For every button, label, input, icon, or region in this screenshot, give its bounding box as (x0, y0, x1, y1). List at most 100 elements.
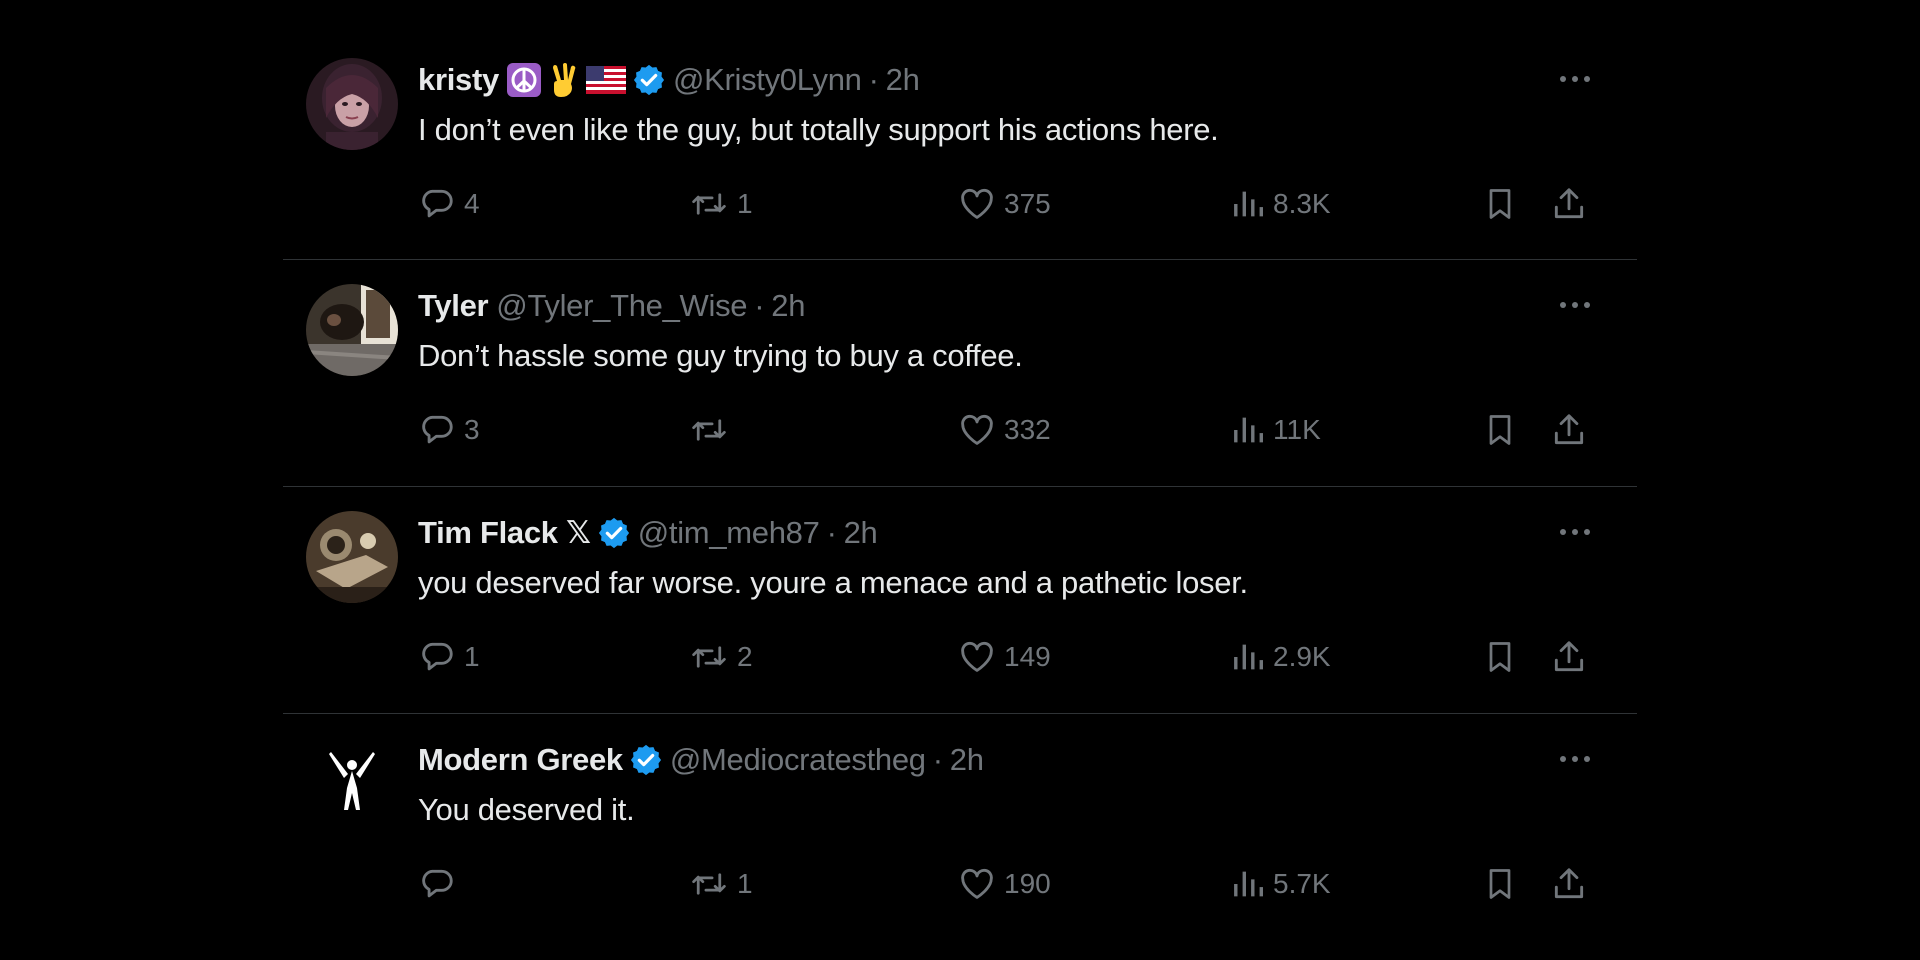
share-icon (1550, 865, 1588, 903)
more-icon[interactable] (1555, 290, 1595, 320)
like-icon (958, 411, 996, 449)
views-icon (1231, 411, 1265, 449)
repost-button[interactable] (689, 406, 737, 454)
like-count: 332 (1004, 414, 1051, 445)
views-button[interactable]: 11K (1231, 406, 1321, 454)
repost-button[interactable]: 1 (689, 860, 753, 908)
like-icon (958, 185, 996, 223)
action-bar: 1 2 149 2.9K (418, 633, 1584, 681)
avatar-modern-greek[interactable] (306, 738, 398, 830)
reply-icon (418, 638, 456, 676)
reply-button[interactable] (418, 860, 464, 908)
views-icon (1231, 865, 1265, 903)
post-header: Modern Greek @Mediocratestheg · 2h (418, 740, 984, 780)
like-button[interactable]: 332 (958, 406, 1051, 454)
share-icon (1550, 185, 1588, 223)
post-tyler[interactable]: Tyler @Tyler_The_Wise · 2h Don’t hassle … (283, 260, 1637, 487)
reply-count: 4 (464, 188, 480, 219)
views-button[interactable]: 5.7K (1231, 860, 1331, 908)
verified-icon (598, 517, 630, 549)
reply-button[interactable]: 3 (418, 406, 480, 454)
separator: · (754, 288, 765, 323)
author-name[interactable]: Tyler (418, 288, 489, 324)
post-header: kristy @Kristy0Lynn · 2h (418, 60, 920, 100)
post-time[interactable]: 2h (771, 288, 805, 324)
reply-count: 3 (464, 414, 480, 445)
author-handle[interactable]: @Kristy0Lynn (673, 62, 862, 98)
avatar-tyler[interactable] (306, 284, 398, 376)
action-bar: 1 190 5.7K (418, 860, 1584, 908)
repost-icon (689, 185, 729, 223)
author-handle[interactable]: @Tyler_The_Wise (496, 288, 747, 324)
share-button[interactable] (1550, 860, 1588, 908)
like-button[interactable]: 375 (958, 180, 1051, 228)
post-modern-greek[interactable]: Modern Greek @Mediocratestheg · 2h You d… (283, 714, 1637, 941)
separator: · (932, 742, 943, 777)
avatar-tim-flack[interactable] (306, 511, 398, 603)
repost-count: 2 (737, 641, 753, 672)
share-icon (1550, 638, 1588, 676)
views-button[interactable]: 2.9K (1231, 633, 1331, 681)
repost-button[interactable]: 2 (689, 633, 753, 681)
repost-count: 1 (737, 868, 753, 899)
post-time[interactable]: 2h (844, 515, 878, 551)
like-count: 190 (1004, 868, 1051, 899)
author-name[interactable]: kristy (418, 62, 499, 98)
peace-symbol-icon (506, 62, 542, 98)
post-header: Tim Flack 𝕏 @tim_meh87 · 2h (418, 513, 878, 553)
views-count: 5.7K (1273, 868, 1331, 899)
share-button[interactable] (1550, 633, 1588, 681)
reply-button[interactable]: 4 (418, 180, 480, 228)
post-time[interactable]: 2h (950, 742, 984, 778)
separator: · (826, 515, 837, 550)
bookmark-button[interactable] (1482, 180, 1518, 228)
author-name[interactable]: Modern Greek (418, 742, 623, 778)
us-flag-icon (585, 66, 626, 94)
views-button[interactable]: 8.3K (1231, 180, 1331, 228)
action-bar: 3 332 11K (418, 406, 1584, 454)
avatar-kristy[interactable] (306, 58, 398, 150)
verified-icon (630, 744, 662, 776)
like-button[interactable]: 149 (958, 633, 1051, 681)
post-kristy[interactable]: kristy @Kristy0Lynn · 2h I don’t even li… (283, 34, 1637, 260)
post-text: You deserved it. (418, 792, 635, 827)
share-button[interactable] (1550, 406, 1588, 454)
victory-hand-icon (549, 62, 579, 98)
bookmark-button[interactable] (1482, 406, 1518, 454)
like-button[interactable]: 190 (958, 860, 1051, 908)
reply-button[interactable]: 1 (418, 633, 480, 681)
more-icon[interactable] (1555, 517, 1595, 547)
reply-count: 1 (464, 641, 480, 672)
bookmark-icon (1482, 865, 1518, 903)
post-tim-flack[interactable]: Tim Flack 𝕏 @tim_meh87 · 2h you deserved… (283, 487, 1637, 714)
post-time[interactable]: 2h (886, 62, 920, 98)
author-name[interactable]: Tim Flack 𝕏 (418, 515, 591, 551)
reply-icon (418, 865, 456, 903)
bookmark-button[interactable] (1482, 860, 1518, 908)
repost-button[interactable]: 1 (689, 180, 753, 228)
bookmark-button[interactable] (1482, 633, 1518, 681)
share-button[interactable] (1550, 180, 1588, 228)
bookmark-icon (1482, 638, 1518, 676)
views-count: 8.3K (1273, 188, 1331, 219)
author-handle[interactable]: @tim_meh87 (638, 515, 820, 551)
separator: · (868, 62, 879, 97)
post-text: you deserved far worse. youre a menace a… (418, 565, 1248, 600)
like-count: 149 (1004, 641, 1051, 672)
repost-count: 1 (737, 188, 753, 219)
verified-icon (633, 64, 665, 96)
post-text: Don’t hassle some guy trying to buy a co… (418, 338, 1023, 373)
repost-icon (689, 411, 729, 449)
bookmark-icon (1482, 411, 1518, 449)
post-text: I don’t even like the guy, but totally s… (418, 112, 1219, 147)
views-count: 11K (1273, 414, 1321, 445)
views-count: 2.9K (1273, 641, 1331, 672)
author-handle[interactable]: @Mediocratestheg (670, 742, 926, 778)
more-icon[interactable] (1555, 744, 1595, 774)
repost-icon (689, 638, 729, 676)
repost-icon (689, 865, 729, 903)
post-header: Tyler @Tyler_The_Wise · 2h (418, 286, 805, 326)
views-icon (1231, 185, 1265, 223)
share-icon (1550, 411, 1588, 449)
more-icon[interactable] (1555, 64, 1595, 94)
